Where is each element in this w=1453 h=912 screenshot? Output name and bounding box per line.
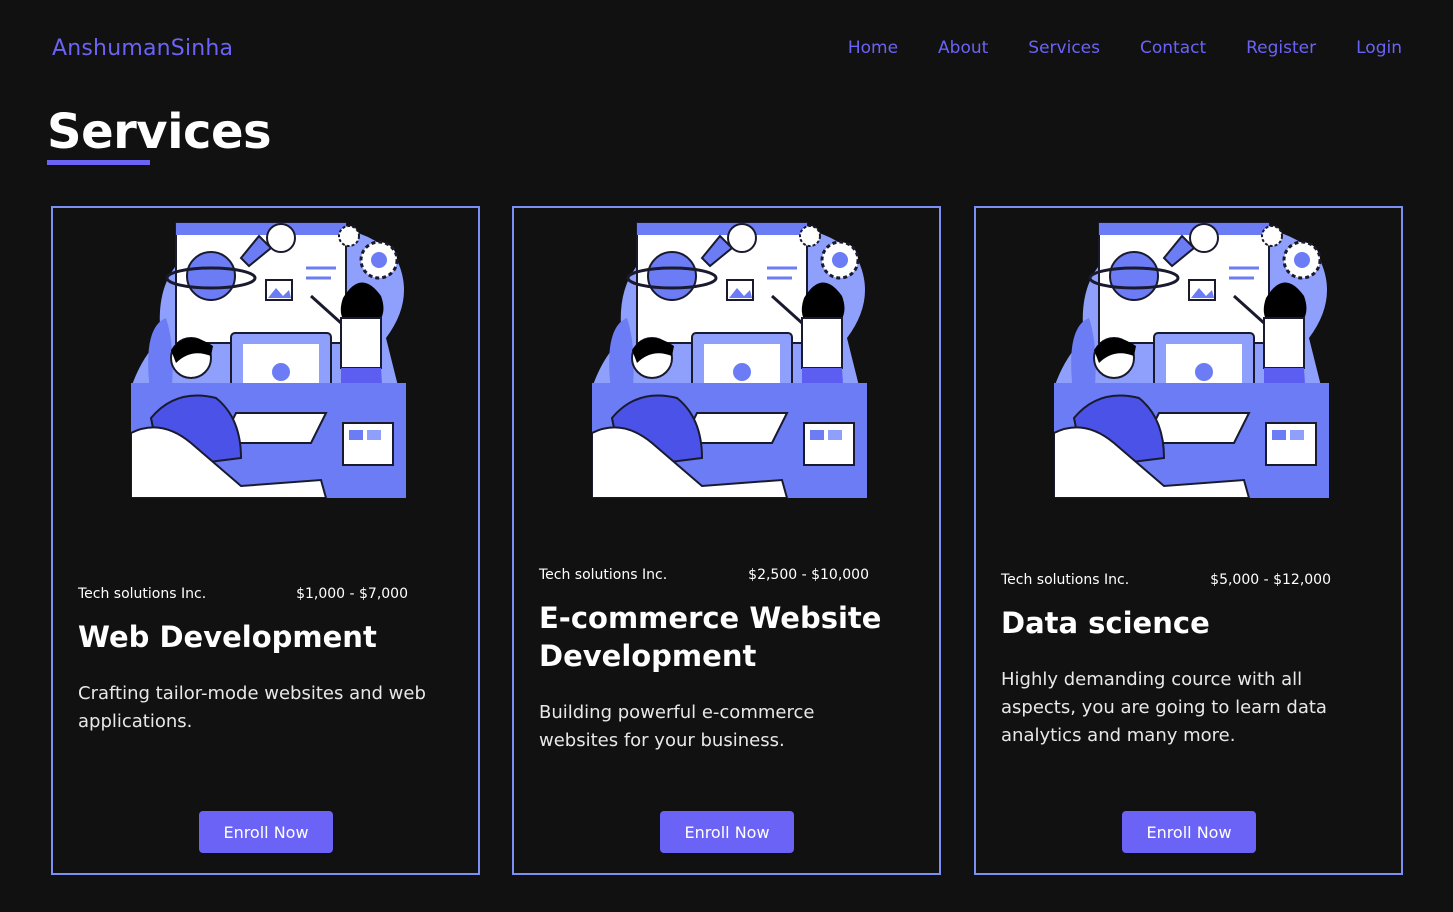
enroll-now-button[interactable]: Enroll Now [1122, 811, 1256, 853]
web-designer-illustration [1054, 221, 1331, 498]
card-description: Highly demanding cource with all aspects… [1001, 669, 1327, 746]
card-meta: Tech solutions Inc. $2,500 - $10,000 [539, 567, 869, 583]
card-title: Data science [1001, 606, 1210, 640]
price-range: $1,000 - $7,000 [296, 586, 408, 602]
company-name: Tech solutions Inc. [1001, 572, 1130, 588]
card-meta: Tech solutions Inc. $1,000 - $7,000 [78, 586, 408, 602]
main-nav: Home About Services Contact Register Log… [848, 38, 1402, 58]
company-name: Tech solutions Inc. [539, 567, 668, 583]
page-title: Services [47, 104, 272, 160]
price-range: $2,500 - $10,000 [748, 567, 869, 583]
nav-register[interactable]: Register [1246, 38, 1316, 58]
card-title: Web Development [78, 620, 377, 654]
price-range: $5,000 - $12,000 [1210, 572, 1331, 588]
web-designer-illustration [131, 221, 408, 498]
service-card: Tech solutions Inc. $2,500 - $10,000 E-c… [512, 206, 941, 875]
card-description: Crafting tailor-mode websites and web ap… [78, 683, 426, 732]
nav-services[interactable]: Services [1028, 38, 1100, 58]
service-card: Tech solutions Inc. $1,000 - $7,000 Web … [51, 206, 480, 875]
web-designer-illustration [592, 221, 869, 498]
title-underline [47, 160, 150, 165]
card-meta: Tech solutions Inc. $5,000 - $12,000 [1001, 572, 1331, 588]
nav-about[interactable]: About [938, 38, 988, 58]
service-card: Tech solutions Inc. $5,000 - $12,000 Dat… [974, 206, 1403, 875]
card-description: Building powerful e-commerce websites fo… [539, 702, 815, 751]
brand-logo[interactable]: AnshumanSinha [52, 36, 233, 61]
enroll-now-button[interactable]: Enroll Now [199, 811, 333, 853]
nav-home[interactable]: Home [848, 38, 898, 58]
enroll-now-button[interactable]: Enroll Now [660, 811, 794, 853]
company-name: Tech solutions Inc. [78, 586, 207, 602]
card-title: E-commerce Website Development [539, 601, 882, 673]
nav-login[interactable]: Login [1356, 38, 1402, 58]
nav-contact[interactable]: Contact [1140, 38, 1206, 58]
